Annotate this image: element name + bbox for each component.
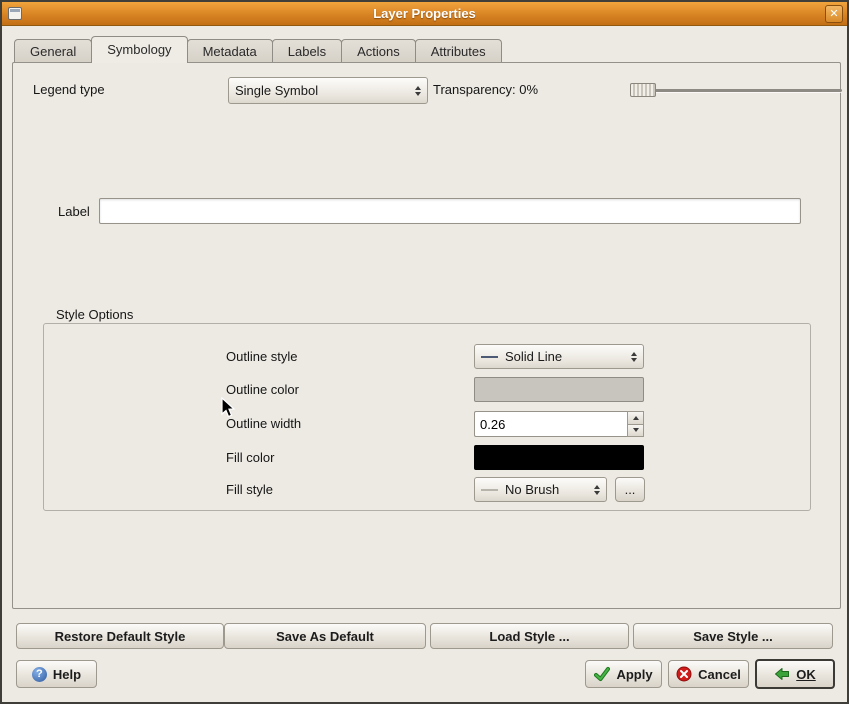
tab-labels[interactable]: Labels xyxy=(272,39,342,63)
ok-button-label: OK xyxy=(796,667,816,682)
save-style-button[interactable]: Save Style ... xyxy=(633,623,833,649)
fill-color-label: Fill color xyxy=(226,450,274,465)
label-field-label: Label xyxy=(58,204,90,219)
apply-button-label: Apply xyxy=(616,667,652,682)
load-style-button[interactable]: Load Style ... xyxy=(430,623,629,649)
outline-style-value: Solid Line xyxy=(505,349,562,364)
ok-button[interactable]: OK xyxy=(755,659,835,689)
help-icon: ? xyxy=(32,667,47,682)
arrow-up-icon xyxy=(633,416,639,420)
combo-updown-icon xyxy=(624,352,637,362)
transparency-slider[interactable] xyxy=(630,83,842,97)
cancel-button-label: Cancel xyxy=(698,667,741,682)
label-input[interactable] xyxy=(99,198,801,224)
tab-metadata[interactable]: Metadata xyxy=(187,39,273,63)
slider-handle[interactable] xyxy=(630,83,656,97)
tab-attributes[interactable]: Attributes xyxy=(415,39,502,63)
outline-width-label: Outline width xyxy=(226,416,301,431)
help-button[interactable]: ? Help xyxy=(16,660,97,688)
help-button-label: Help xyxy=(53,667,81,682)
apply-check-icon xyxy=(594,666,610,682)
spin-up-button[interactable] xyxy=(627,411,644,425)
save-as-default-button[interactable]: Save As Default xyxy=(224,623,426,649)
fill-style-label: Fill style xyxy=(226,482,273,497)
tab-symbology[interactable]: Symbology xyxy=(91,36,187,63)
tab-bar: General Symbology Metadata Labels Action… xyxy=(14,37,501,63)
outline-width-spinner xyxy=(474,411,644,437)
legend-type-select[interactable]: Single Symbol xyxy=(228,77,428,104)
tab-actions[interactable]: Actions xyxy=(341,39,416,63)
legend-type-label: Legend type xyxy=(33,82,105,97)
outline-style-label: Outline style xyxy=(226,349,298,364)
combo-updown-icon xyxy=(587,485,600,495)
transparency-label: Transparency: 0% xyxy=(433,82,538,97)
fill-style-select[interactable]: No Brush xyxy=(474,477,607,502)
fill-style-value: No Brush xyxy=(505,482,559,497)
layer-properties-dialog: Layer Properties ✕ General Symbology Met… xyxy=(0,0,849,704)
close-button[interactable]: ✕ xyxy=(825,5,843,23)
solid-line-icon xyxy=(481,356,498,358)
cancel-button[interactable]: Cancel xyxy=(668,660,749,688)
no-brush-icon xyxy=(481,489,498,491)
slider-track xyxy=(630,89,842,92)
titlebar[interactable]: Layer Properties ✕ xyxy=(2,2,847,26)
outline-color-button[interactable] xyxy=(474,377,644,402)
restore-default-style-button[interactable]: Restore Default Style xyxy=(16,623,224,649)
cancel-icon xyxy=(676,666,692,682)
ok-arrow-icon xyxy=(774,666,790,682)
window-title: Layer Properties xyxy=(2,6,847,21)
style-options-title: Style Options xyxy=(52,307,137,322)
symbology-panel: Legend type Single Symbol Transparency: … xyxy=(12,62,841,609)
combo-updown-icon xyxy=(408,86,421,96)
apply-button[interactable]: Apply xyxy=(585,660,662,688)
outline-width-input[interactable] xyxy=(474,411,627,437)
fill-style-more-button[interactable]: ... xyxy=(615,477,645,502)
close-icon: ✕ xyxy=(829,8,838,20)
spin-buttons xyxy=(627,411,644,437)
arrow-down-icon xyxy=(633,428,639,432)
spin-down-button[interactable] xyxy=(627,425,644,438)
outline-style-select[interactable]: Solid Line xyxy=(474,344,644,369)
legend-type-value: Single Symbol xyxy=(235,83,318,98)
style-options-group: Style Options Outline style Solid Line O… xyxy=(43,323,811,511)
tab-general[interactable]: General xyxy=(14,39,92,63)
outline-color-label: Outline color xyxy=(226,382,299,397)
fill-color-button[interactable] xyxy=(474,445,644,470)
